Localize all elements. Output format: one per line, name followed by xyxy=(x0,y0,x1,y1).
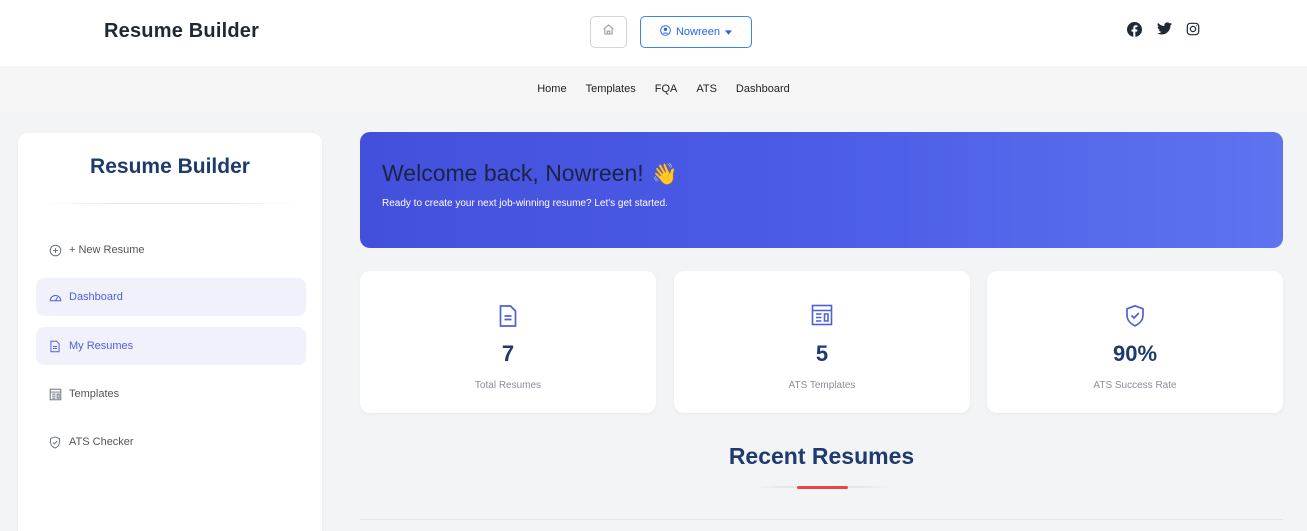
sidebar-item-ats-checker[interactable]: ATS Checker xyxy=(36,423,306,461)
sidebar-item-label: ATS Checker xyxy=(69,436,134,448)
user-menu-button[interactable]: Nowreen xyxy=(640,16,752,48)
waving-hand-icon: 👋 xyxy=(651,163,678,186)
sidebar-item-new-resume[interactable]: + New Resume xyxy=(36,231,306,269)
shield-check-icon xyxy=(987,304,1283,328)
sidebar-title: Resume Builder xyxy=(90,155,250,178)
welcome-subtitle: Ready to create your next job-winning re… xyxy=(382,198,668,209)
sidebar: Resume Builder + New Resume Dashboard My… xyxy=(18,133,322,531)
sidebar-item-label: My Resumes xyxy=(69,340,134,352)
sidebar-divider xyxy=(38,203,302,204)
nav-link-dashboard[interactable]: Dashboard xyxy=(736,83,790,95)
stat-value: 7 xyxy=(501,341,515,366)
template-icon xyxy=(674,304,970,326)
instagram-icon[interactable] xyxy=(1186,22,1200,36)
document-icon xyxy=(48,339,62,353)
sidebar-item-templates[interactable]: Templates xyxy=(36,375,306,413)
section-divider xyxy=(360,519,1283,520)
sidebar-item-label: Templates xyxy=(69,388,120,400)
sidebar-item-label: Dashboard xyxy=(69,291,123,303)
twitter-icon[interactable] xyxy=(1157,22,1172,35)
stat-label: ATS Success Rate xyxy=(1093,380,1177,391)
stat-card-total-resumes: 7 Total Resumes xyxy=(360,271,656,413)
recent-resumes-title: Recent Resumes xyxy=(728,443,915,469)
sidebar-item-label: + New Resume xyxy=(69,244,145,256)
stat-label: Total Resumes xyxy=(474,380,542,391)
sidebar-item-my-resumes[interactable]: My Resumes xyxy=(36,327,306,365)
stat-card-ats-success-rate: 90% ATS Success Rate xyxy=(987,271,1283,413)
caret-down-icon xyxy=(725,26,733,38)
nav-link-ats[interactable]: ATS xyxy=(696,83,717,95)
dashboard-icon xyxy=(48,290,62,304)
brand-logo[interactable]: Resume Builder xyxy=(104,20,259,43)
home-button[interactable] xyxy=(590,16,627,48)
stat-card-ats-templates: 5 ATS Templates xyxy=(674,271,970,413)
nav-link-home[interactable]: Home xyxy=(537,83,566,95)
user-circle-icon xyxy=(660,25,671,39)
document-icon xyxy=(360,304,656,328)
stat-label: ATS Templates xyxy=(788,380,856,391)
facebook-icon[interactable] xyxy=(1127,22,1142,37)
stat-value: 90% xyxy=(1112,341,1158,366)
nav-link-templates[interactable]: Templates xyxy=(586,83,636,95)
plus-circle-icon xyxy=(48,243,62,257)
welcome-title-text: Welcome back, Nowreen! xyxy=(382,160,644,186)
template-icon xyxy=(48,387,62,401)
nav-link-fqa[interactable]: FQA xyxy=(655,83,678,95)
stat-value: 5 xyxy=(815,341,829,366)
top-header: Resume Builder Nowreen xyxy=(0,0,1307,66)
main-nav: Home Templates FQA ATS Dashboard xyxy=(0,66,1307,112)
home-icon xyxy=(602,23,615,41)
user-menu-label: Nowreen xyxy=(675,26,721,38)
title-accent-bar xyxy=(797,486,848,489)
sidebar-item-dashboard[interactable]: Dashboard xyxy=(36,278,306,316)
welcome-banner: Welcome back, Nowreen! 👋 Ready to create … xyxy=(360,132,1283,248)
welcome-title: Welcome back, Nowreen! 👋 xyxy=(382,160,678,187)
shield-check-icon xyxy=(48,435,62,449)
